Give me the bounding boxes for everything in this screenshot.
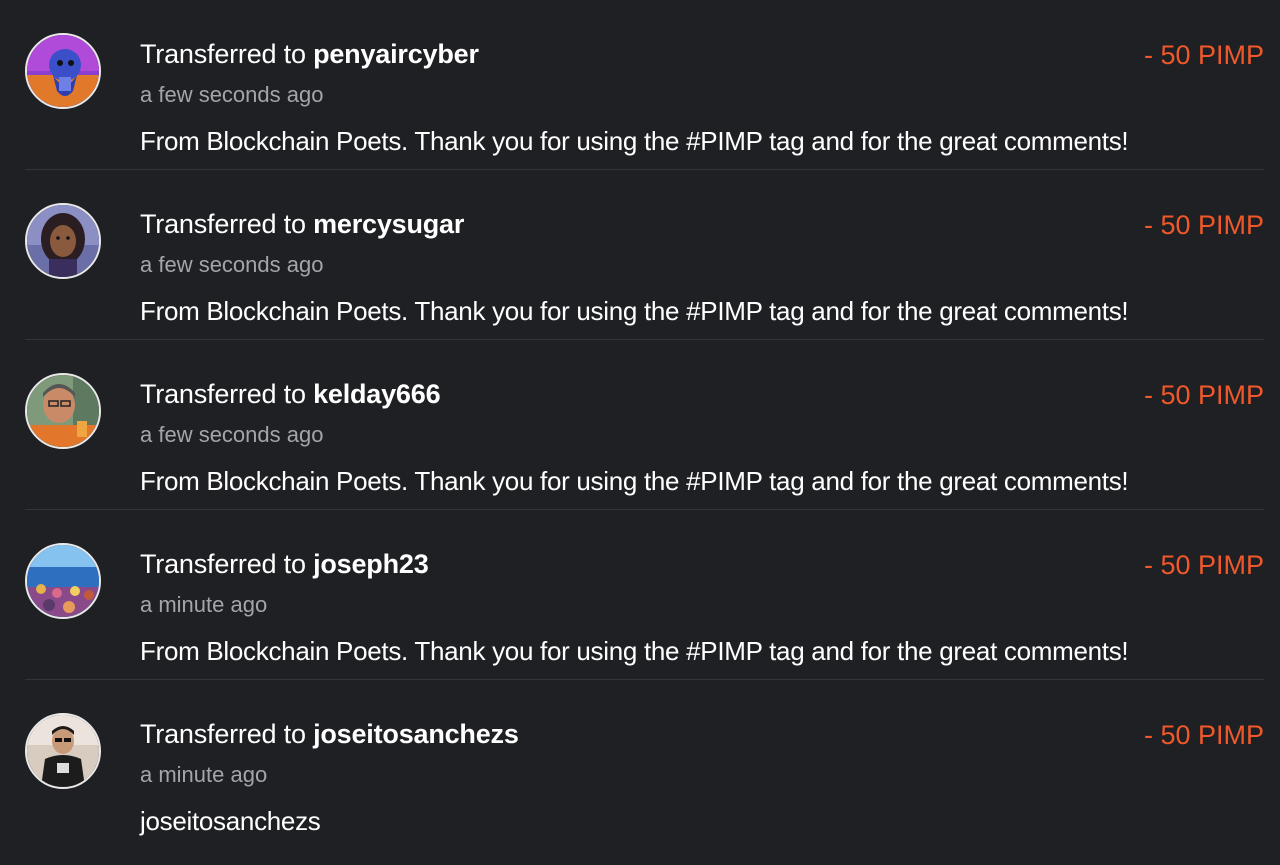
transfer-title: Transferred to mercysugar: [140, 208, 464, 240]
transfer-prefix: Transferred to: [140, 549, 306, 579]
recipient-link[interactable]: penyaircyber: [313, 39, 479, 69]
transfer-title: Transferred to kelday666: [140, 378, 441, 410]
transfer-amount: - 50 PIMP: [1143, 380, 1264, 410]
transfer-amount: - 50 PIMP: [1143, 40, 1264, 70]
transfer-amount: - 50 PIMP: [1143, 720, 1264, 750]
transfer-time: a few seconds ago: [140, 82, 324, 107]
user-avatar[interactable]: [25, 713, 101, 789]
joseitosanchezs-avatar-image: [27, 715, 99, 787]
mercysugar-avatar-image: [27, 205, 99, 277]
transfer-prefix: Transferred to: [140, 719, 306, 749]
user-avatar[interactable]: [25, 543, 101, 619]
transfer-history-list: Transferred to penyaircyber a few second…: [0, 0, 1280, 865]
kelday666-avatar-image: [27, 375, 99, 447]
transfer-prefix: Transferred to: [140, 379, 306, 409]
transfer-item: Transferred to joseitosanchezs a minute …: [0, 680, 1280, 850]
joseph23-avatar-image: [27, 545, 99, 617]
penyaircyber-avatar-image: [27, 35, 99, 107]
transfer-time: a minute ago: [140, 592, 268, 617]
transfer-item: Transferred to mercysugar a few seconds …: [0, 170, 1280, 340]
recipient-link[interactable]: kelday666: [313, 379, 441, 409]
transfer-item: Transferred to joseph23 a minute ago Fro…: [0, 510, 1280, 680]
transfer-memo: From Blockchain Poets. Thank you for usi…: [140, 466, 1129, 496]
recipient-link[interactable]: joseitosanchezs: [313, 719, 519, 749]
transfer-memo: From Blockchain Poets. Thank you for usi…: [140, 126, 1129, 156]
recipient-link[interactable]: joseph23: [313, 549, 429, 579]
user-avatar[interactable]: [25, 373, 101, 449]
transfer-item: Transferred to kelday666 a few seconds a…: [0, 340, 1280, 510]
transfer-time: a few seconds ago: [140, 252, 324, 277]
transfer-memo: joseitosanchezs: [140, 806, 321, 836]
transfer-time: a minute ago: [140, 762, 268, 787]
transfer-title: Transferred to joseph23: [140, 548, 429, 580]
user-avatar[interactable]: [25, 33, 101, 109]
transfer-amount: - 50 PIMP: [1143, 550, 1264, 580]
transfer-item: Transferred to penyaircyber a few second…: [0, 0, 1280, 170]
user-avatar[interactable]: [25, 203, 101, 279]
recipient-link[interactable]: mercysugar: [313, 209, 464, 239]
transfer-title: Transferred to penyaircyber: [140, 38, 479, 70]
transfer-title: Transferred to joseitosanchezs: [140, 718, 519, 750]
transfer-prefix: Transferred to: [140, 209, 306, 239]
transfer-memo: From Blockchain Poets. Thank you for usi…: [140, 296, 1129, 326]
transfer-time: a few seconds ago: [140, 422, 324, 447]
transfer-amount: - 50 PIMP: [1143, 210, 1264, 240]
transfer-prefix: Transferred to: [140, 39, 306, 69]
transfer-memo: From Blockchain Poets. Thank you for usi…: [140, 636, 1129, 666]
